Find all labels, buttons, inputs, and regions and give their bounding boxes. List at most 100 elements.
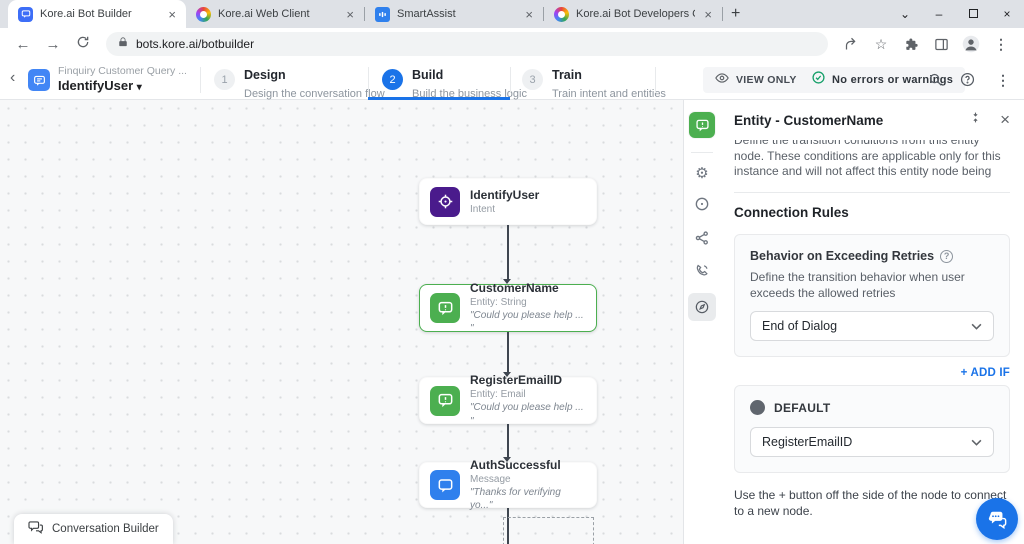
strip-separator: [691, 152, 713, 153]
node-type: Entity: Email: [470, 389, 526, 400]
panel-content: Entity - CustomerName × Define the trans…: [720, 100, 1024, 544]
info-icon[interactable]: ?: [940, 249, 954, 263]
connection-rules-icon[interactable]: [688, 293, 716, 321]
add-if-link[interactable]: + ADD IF: [734, 367, 1010, 379]
window-controls: ⌄ – ×: [888, 0, 1024, 28]
conversation-builder-button[interactable]: Conversation Builder: [14, 514, 173, 544]
header-menu-icon[interactable]: ⋮: [996, 72, 1010, 89]
node-title: CustomerName: [470, 280, 559, 295]
entity-properties-panel: ⚙ Entity - CustomerName × Define the tra…: [683, 100, 1024, 544]
header-divider: [200, 67, 201, 93]
step-design[interactable]: 1 Design Design the conversation flow: [214, 66, 385, 102]
tab-smartassist[interactable]: SmartAssist ×: [365, 0, 543, 28]
connections-icon[interactable]: [684, 230, 720, 246]
window-close-button[interactable]: ×: [990, 7, 1024, 21]
browser-menu-icon[interactable]: ⋮: [988, 36, 1014, 53]
step-title: Design: [244, 68, 286, 82]
panel-title: Entity - CustomerName: [734, 112, 884, 128]
extensions-icon[interactable]: [898, 37, 924, 52]
collapse-panel-icon[interactable]: [969, 111, 982, 129]
padlock-icon: [118, 35, 128, 53]
app-header: ‹ Finquiry Customer Query ... IdentifyUs…: [0, 60, 1024, 100]
kore-ring-favicon: [554, 6, 569, 22]
browser-tab-strip: Kore.ai Bot Builder × Kore.ai Web Client…: [0, 0, 1024, 28]
intent-icon: [430, 186, 460, 217]
close-panel-icon[interactable]: ×: [1000, 110, 1010, 130]
node-identifyuser[interactable]: IdentifyUser Intent: [419, 178, 597, 225]
step-title: Build: [412, 68, 444, 82]
drop-zone-placeholder: [503, 517, 594, 544]
default-target-select[interactable]: RegisterEmailID: [750, 427, 994, 457]
sidebar-icon[interactable]: [928, 37, 954, 52]
tab-title: Kore.ai Bot Builder: [40, 8, 132, 20]
retries-behavior-value: End of Dialog: [762, 319, 838, 333]
chat-assistant-fab[interactable]: [976, 498, 1018, 540]
view-only-badge[interactable]: VIEW ONLY: [703, 67, 809, 93]
tab-bot-builder[interactable]: Kore.ai Bot Builder ×: [8, 0, 186, 28]
window-menu-icon[interactable]: ⌄: [888, 7, 922, 21]
step-train[interactable]: 3 Train Train intent and entities: [522, 66, 666, 102]
retries-title: Behavior on Exceeding Retries: [750, 249, 935, 263]
entity-icon: [430, 385, 460, 416]
caret-down-icon: ▾: [136, 82, 142, 94]
connector-line: [507, 332, 509, 372]
help-icon[interactable]: [960, 72, 975, 92]
smartassist-favicon: [375, 6, 390, 22]
step-number: 3: [522, 69, 543, 90]
step-title: Train: [552, 68, 582, 82]
entity-node-icon[interactable]: [689, 112, 715, 138]
main-area: IdentifyUser Intent CustomerName Entity:…: [0, 100, 1024, 544]
dialog-canvas[interactable]: IdentifyUser Intent CustomerName Entity:…: [0, 100, 683, 544]
node-type: Intent: [470, 203, 496, 215]
back-icon[interactable]: ←: [10, 36, 36, 53]
window-restore-button[interactable]: [956, 7, 990, 21]
chat-fab-icon: [988, 511, 1007, 529]
address-bar[interactable]: bots.kore.ai/botbuilder: [106, 32, 828, 56]
tab-close-icon[interactable]: ×: [344, 8, 356, 21]
window-minimize-button[interactable]: –: [922, 7, 956, 21]
chevron-down-icon: [971, 433, 982, 451]
default-dot-icon: [750, 400, 765, 415]
browser-toolbar: ← → bots.kore.ai/botbuilder ☆ ⋮: [0, 28, 1024, 60]
node-prompt: "Thanks for verifying yo...": [470, 486, 561, 512]
reload-icon[interactable]: [70, 35, 96, 53]
tab-close-icon[interactable]: ×: [166, 8, 178, 21]
back-chevron-icon[interactable]: ‹: [10, 69, 15, 87]
bookmark-star-icon[interactable]: ☆: [868, 36, 894, 53]
header-divider: [368, 67, 369, 93]
node-registeremailid[interactable]: RegisterEmailID Entity: Email "Could you…: [419, 373, 597, 427]
node-title: IdentifyUser: [470, 187, 540, 202]
kore-ring-favicon: [196, 6, 211, 22]
message-icon: [430, 470, 460, 500]
instance-properties-icon[interactable]: [684, 196, 720, 212]
node-title: AuthSuccessful: [470, 457, 561, 472]
tab-title: Kore.ai Web Client: [218, 8, 310, 20]
step-subtitle: Train intent and entities: [552, 88, 666, 100]
node-authsuccessful[interactable]: AuthSuccessful Message "Thanks for verif…: [419, 458, 597, 511]
retries-card: Behavior on Exceeding Retries ? Define t…: [734, 234, 1010, 357]
node-customername[interactable]: CustomerName Entity: String "Could you p…: [419, 280, 597, 334]
profile-avatar[interactable]: [958, 35, 984, 53]
connection-rules-title: Connection Rules: [734, 205, 849, 220]
view-only-label: VIEW ONLY: [736, 74, 797, 86]
bot-icon: [28, 69, 50, 91]
tab-close-icon[interactable]: ×: [702, 8, 714, 21]
forward-icon[interactable]: →: [40, 36, 66, 53]
settings-icon[interactable]: ⚙: [684, 164, 720, 182]
dialog-name-dropdown[interactable]: IdentifyUser ▾: [58, 78, 187, 95]
tab-title: SmartAssist: [397, 8, 456, 20]
check-circle-icon: [812, 71, 825, 89]
default-rule-card: DEFAULT RegisterEmailID: [734, 385, 1010, 473]
retries-behavior-select[interactable]: End of Dialog: [750, 311, 994, 341]
tab-close-icon[interactable]: ×: [523, 8, 535, 21]
kore-favicon: [18, 6, 33, 22]
step-subtitle: Design the conversation flow: [244, 88, 385, 100]
share-icon[interactable]: [838, 37, 864, 52]
tab-developers-community[interactable]: Kore.ai Bot Developers Commun ×: [544, 0, 722, 28]
tab-title: Kore.ai Bot Developers Commun: [576, 8, 695, 20]
new-tab-button[interactable]: +: [731, 5, 740, 23]
bot-name: Finquiry Customer Query ...: [58, 65, 187, 77]
voice-properties-icon[interactable]: [684, 263, 720, 278]
tab-web-client[interactable]: Kore.ai Web Client ×: [186, 0, 364, 28]
search-icon[interactable]: [928, 72, 943, 92]
